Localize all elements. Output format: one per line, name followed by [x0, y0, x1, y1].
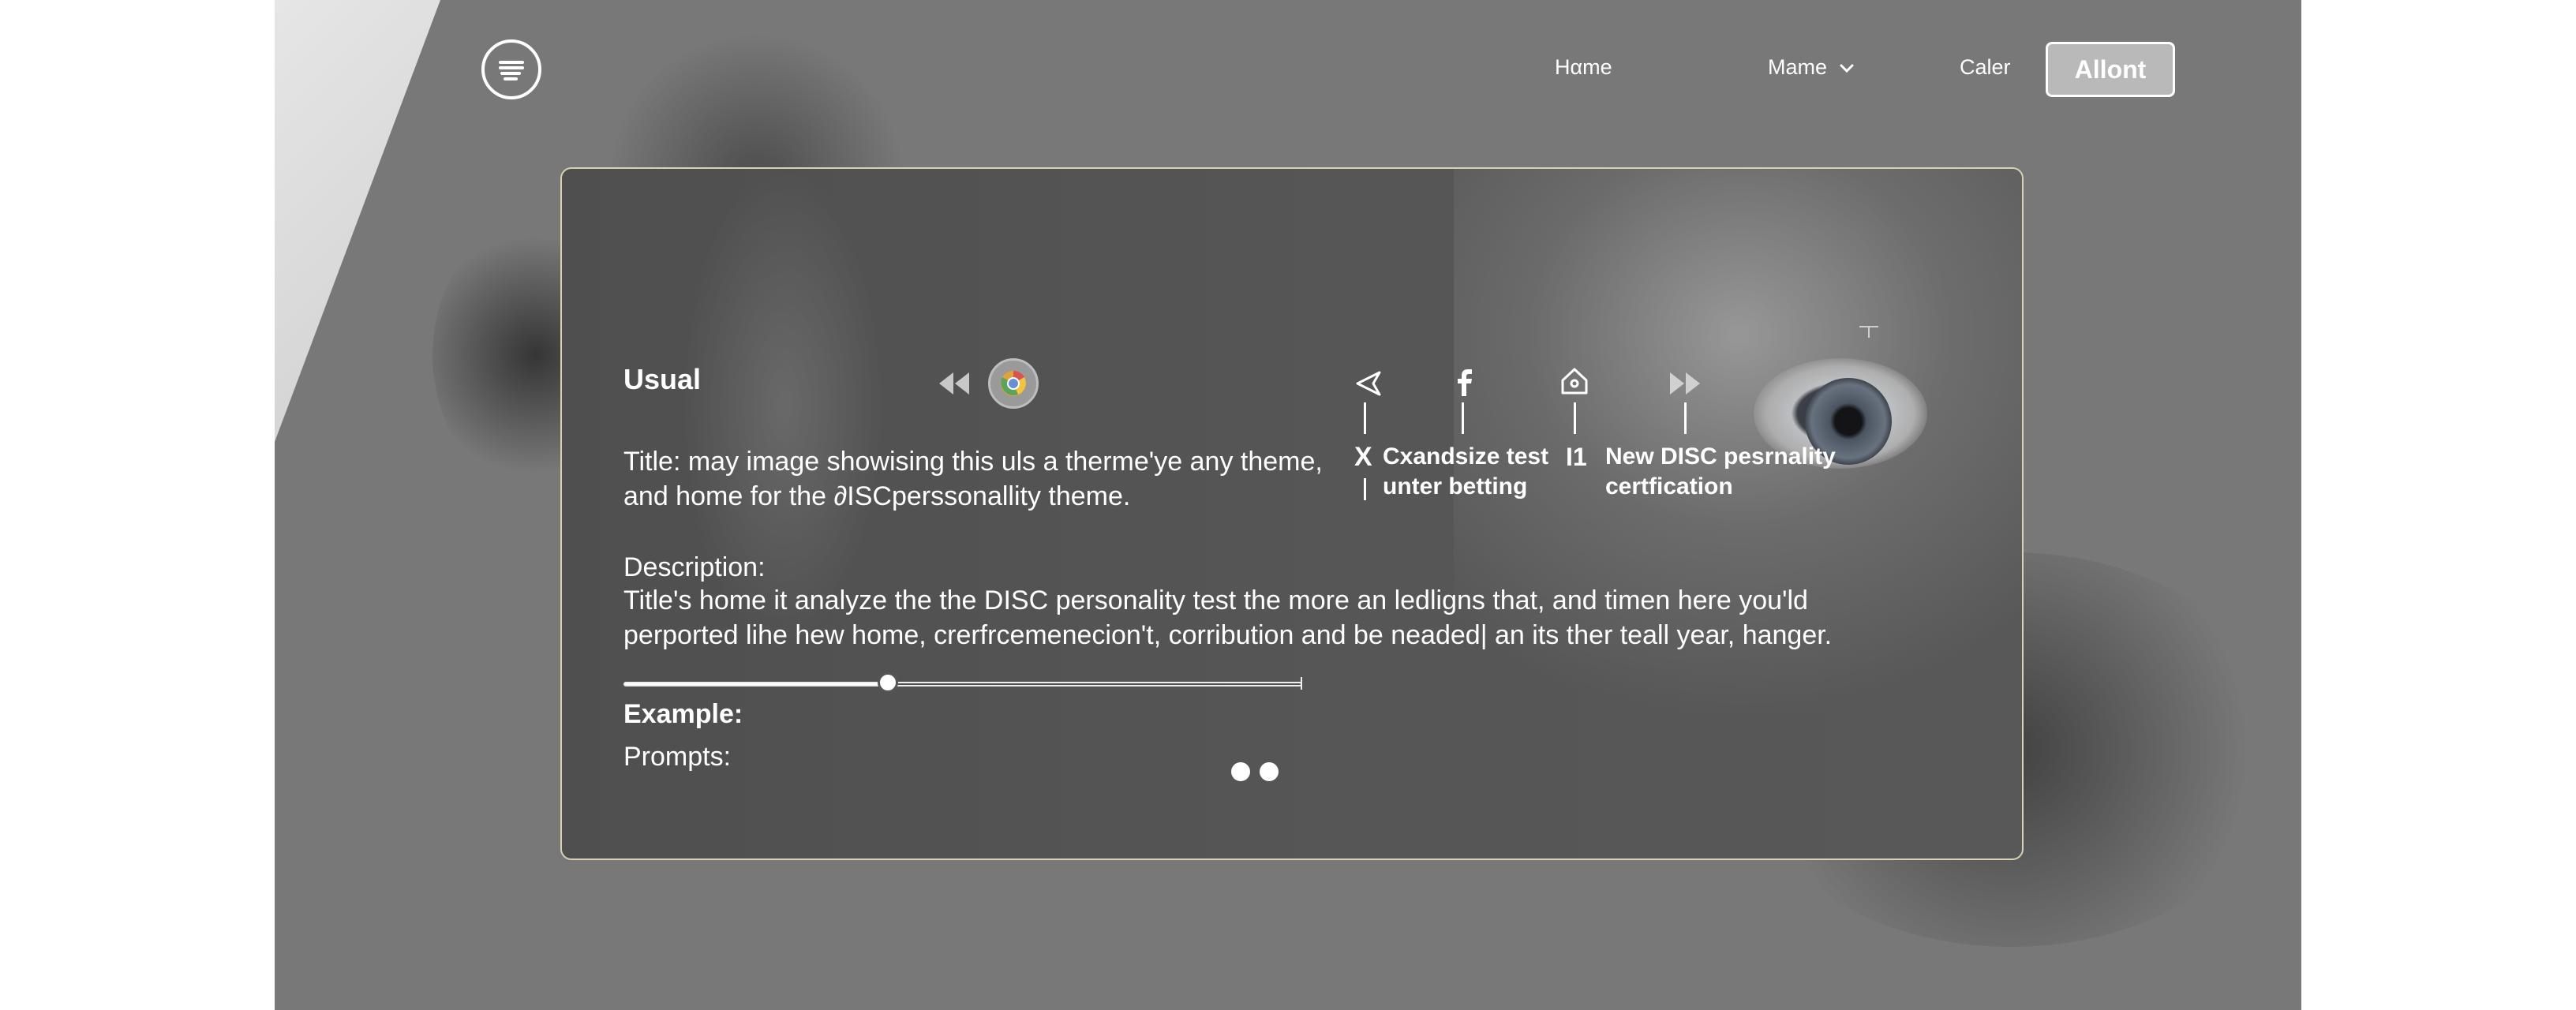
- list-icon-glyph: [499, 61, 524, 80]
- chevron-down-icon: [1840, 64, 1854, 73]
- browser-icon[interactable]: [988, 358, 1039, 409]
- allont-button[interactable]: Allont: [2046, 42, 2175, 97]
- house-icon[interactable]: [1558, 365, 1591, 398]
- decorative-wedge: [275, 0, 440, 442]
- photo-overlay: [562, 169, 2022, 858]
- annotation-line: unter betting: [1383, 473, 1528, 499]
- annotation-cxandsize: Cxandsize test unter betting: [1383, 442, 1548, 502]
- annotation-connector: [1574, 402, 1576, 434]
- pager-dot[interactable]: [1260, 762, 1279, 781]
- nav-caler[interactable]: Caler: [1960, 55, 2011, 80]
- back-arrow-icon[interactable]: [1353, 368, 1384, 399]
- prompts-label: Prompts:: [623, 742, 732, 772]
- nav-mame-label: Mame: [1768, 55, 1828, 79]
- plus-icon: [1856, 319, 1881, 344]
- title-line: and home for the ∂ISCperssonallity theme…: [623, 481, 1131, 511]
- description-line: Title's home it analyze the the DISC per…: [623, 585, 1808, 615]
- annotation-x: X: [1354, 442, 1372, 472]
- progress-slider-fill: [625, 683, 889, 685]
- progress-slider-end: [1301, 677, 1302, 690]
- description-label: Description:: [623, 552, 766, 582]
- card-heading: Usual: [623, 363, 702, 395]
- pager-dots: [1231, 762, 1279, 781]
- nav-home[interactable]: Hαme: [1555, 55, 1612, 80]
- nav-mame-dropdown[interactable]: Mame: [1768, 55, 1855, 80]
- annotation-line: certfication: [1605, 473, 1733, 499]
- description-line: perported lihe hew home, crerfrcemenecio…: [623, 620, 1833, 650]
- annotation-new-disc: New DISC pesrnality certfication: [1605, 442, 1836, 502]
- annotation-connector: [1364, 478, 1366, 500]
- annotation-connector: [1462, 402, 1464, 434]
- fast-forward-icon[interactable]: [1667, 368, 1705, 399]
- annotation-line: Cxandsize test: [1383, 443, 1549, 469]
- example-label: Example:: [623, 699, 743, 729]
- annotation-eleven: I1: [1566, 443, 1587, 471]
- rewind-icon[interactable]: [934, 368, 972, 399]
- title-line: Title: may image showising this uls a th…: [623, 447, 1323, 477]
- annotation-connector: [1684, 402, 1687, 434]
- facebook-icon[interactable]: [1451, 365, 1479, 399]
- hero-card: Usual X Cxandsize test unter betting I1: [560, 167, 2024, 860]
- list-icon[interactable]: [481, 39, 541, 99]
- pager-dot[interactable]: [1231, 762, 1250, 781]
- annotation-connector: [1364, 402, 1366, 434]
- progress-slider-track[interactable]: [623, 682, 1302, 686]
- annotation-line: New DISC pesrnality: [1605, 443, 1836, 469]
